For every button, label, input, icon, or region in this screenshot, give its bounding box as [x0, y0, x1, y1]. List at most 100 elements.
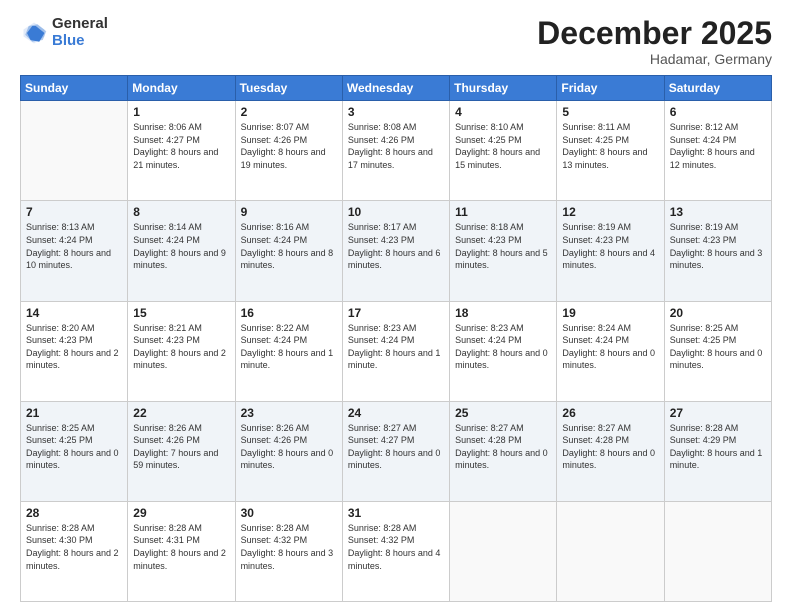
day-info: Sunrise: 8:16 AMSunset: 4:24 PMDaylight:…	[241, 221, 337, 271]
header-thursday: Thursday	[450, 76, 557, 101]
calendar-cell	[664, 501, 771, 601]
month-title: December 2025	[537, 16, 772, 51]
calendar-week-row: 28 Sunrise: 8:28 AMSunset: 4:30 PMDayligh…	[21, 501, 772, 601]
calendar-cell: 1 Sunrise: 8:06 AMSunset: 4:27 PMDaylight…	[128, 101, 235, 201]
calendar-cell: 23 Sunrise: 8:26 AMSunset: 4:26 PMDayligh…	[235, 401, 342, 501]
day-number: 20	[670, 306, 766, 320]
day-info: Sunrise: 8:27 AMSunset: 4:27 PMDaylight:…	[348, 422, 444, 472]
day-number: 3	[348, 105, 444, 119]
logo-text: General Blue	[52, 16, 108, 49]
day-number: 23	[241, 406, 337, 420]
day-number: 29	[133, 506, 229, 520]
logo-blue: Blue	[52, 33, 108, 50]
calendar-cell: 29 Sunrise: 8:28 AMSunset: 4:31 PMDayligh…	[128, 501, 235, 601]
day-info: Sunrise: 8:18 AMSunset: 4:23 PMDaylight:…	[455, 221, 551, 271]
calendar-cell: 9 Sunrise: 8:16 AMSunset: 4:24 PMDaylight…	[235, 201, 342, 301]
day-info: Sunrise: 8:26 AMSunset: 4:26 PMDaylight:…	[241, 422, 337, 472]
calendar-week-row: 14 Sunrise: 8:20 AMSunset: 4:23 PMDayligh…	[21, 301, 772, 401]
day-info: Sunrise: 8:08 AMSunset: 4:26 PMDaylight:…	[348, 121, 444, 171]
day-info: Sunrise: 8:22 AMSunset: 4:24 PMDaylight:…	[241, 322, 337, 372]
day-number: 4	[455, 105, 551, 119]
header-saturday: Saturday	[664, 76, 771, 101]
day-info: Sunrise: 8:11 AMSunset: 4:25 PMDaylight:…	[562, 121, 658, 171]
day-number: 22	[133, 406, 229, 420]
day-number: 30	[241, 506, 337, 520]
day-info: Sunrise: 8:19 AMSunset: 4:23 PMDaylight:…	[562, 221, 658, 271]
day-number: 7	[26, 205, 122, 219]
calendar-cell: 8 Sunrise: 8:14 AMSunset: 4:24 PMDaylight…	[128, 201, 235, 301]
day-info: Sunrise: 8:23 AMSunset: 4:24 PMDaylight:…	[455, 322, 551, 372]
day-number: 1	[133, 105, 229, 119]
day-number: 18	[455, 306, 551, 320]
day-info: Sunrise: 8:14 AMSunset: 4:24 PMDaylight:…	[133, 221, 229, 271]
calendar-cell	[557, 501, 664, 601]
header-friday: Friday	[557, 76, 664, 101]
calendar-cell: 5 Sunrise: 8:11 AMSunset: 4:25 PMDaylight…	[557, 101, 664, 201]
day-number: 9	[241, 205, 337, 219]
day-number: 8	[133, 205, 229, 219]
calendar-cell: 20 Sunrise: 8:25 AMSunset: 4:25 PMDayligh…	[664, 301, 771, 401]
calendar-cell: 4 Sunrise: 8:10 AMSunset: 4:25 PMDaylight…	[450, 101, 557, 201]
day-info: Sunrise: 8:26 AMSunset: 4:26 PMDaylight:…	[133, 422, 229, 472]
day-info: Sunrise: 8:06 AMSunset: 4:27 PMDaylight:…	[133, 121, 229, 171]
day-info: Sunrise: 8:10 AMSunset: 4:25 PMDaylight:…	[455, 121, 551, 171]
header: General Blue December 2025 Hadamar, Germ…	[20, 16, 772, 67]
day-number: 15	[133, 306, 229, 320]
calendar-week-row: 21Sunrise: 8:25 AMSunset: 4:25 PMDayligh…	[21, 401, 772, 501]
day-info: Sunrise: 8:25 AMSunset: 4:25 PMDaylight:…	[670, 322, 766, 372]
calendar-page: General Blue December 2025 Hadamar, Germ…	[0, 0, 792, 612]
day-number: 27	[670, 406, 766, 420]
day-number: 16	[241, 306, 337, 320]
day-number: 12	[562, 205, 658, 219]
header-tuesday: Tuesday	[235, 76, 342, 101]
calendar-cell: 2Sunrise: 8:07 AMSunset: 4:26 PMDaylight…	[235, 101, 342, 201]
calendar-cell: 28 Sunrise: 8:28 AMSunset: 4:30 PMDayligh…	[21, 501, 128, 601]
day-number: 17	[348, 306, 444, 320]
day-info: Sunrise: 8:24 AMSunset: 4:24 PMDaylight:…	[562, 322, 658, 372]
calendar-cell	[21, 101, 128, 201]
calendar-cell: 26 Sunrise: 8:27 AMSunset: 4:28 PMDayligh…	[557, 401, 664, 501]
day-number: 28	[26, 506, 122, 520]
calendar-cell: 14 Sunrise: 8:20 AMSunset: 4:23 PMDayligh…	[21, 301, 128, 401]
day-number: 14	[26, 306, 122, 320]
calendar-cell: 3 Sunrise: 8:08 AMSunset: 4:26 PMDaylight…	[342, 101, 449, 201]
calendar-cell: 22 Sunrise: 8:26 AMSunset: 4:26 PMDayligh…	[128, 401, 235, 501]
day-info: Sunrise: 8:20 AMSunset: 4:23 PMDaylight:…	[26, 322, 122, 372]
day-number: 11	[455, 205, 551, 219]
day-info: Sunrise: 8:27 AMSunset: 4:28 PMDaylight:…	[562, 422, 658, 472]
calendar-table: Sunday Monday Tuesday Wednesday Thursday…	[20, 75, 772, 602]
day-number: 13	[670, 205, 766, 219]
day-info: Sunrise: 8:28 AMSunset: 4:32 PMDaylight:…	[241, 522, 337, 572]
header-wednesday: Wednesday	[342, 76, 449, 101]
day-number: 5	[562, 105, 658, 119]
calendar-cell: 13Sunrise: 8:19 AMSunset: 4:23 PMDayligh…	[664, 201, 771, 301]
calendar-cell: 24Sunrise: 8:27 AMSunset: 4:27 PMDayligh…	[342, 401, 449, 501]
calendar-week-row: 7 Sunrise: 8:13 AMSunset: 4:24 PMDaylight…	[21, 201, 772, 301]
day-info: Sunrise: 8:12 AMSunset: 4:24 PMDaylight:…	[670, 121, 766, 171]
day-info: Sunrise: 8:28 AMSunset: 4:31 PMDaylight:…	[133, 522, 229, 572]
calendar-cell: 30 Sunrise: 8:28 AMSunset: 4:32 PMDayligh…	[235, 501, 342, 601]
calendar-cell: 6Sunrise: 8:12 AMSunset: 4:24 PMDaylight…	[664, 101, 771, 201]
day-info: Sunrise: 8:07 AMSunset: 4:26 PMDaylight:…	[241, 121, 337, 171]
calendar-cell: 10 Sunrise: 8:17 AMSunset: 4:23 PMDayligh…	[342, 201, 449, 301]
calendar-cell: 27 Sunrise: 8:28 AMSunset: 4:29 PMDayligh…	[664, 401, 771, 501]
calendar-cell: 19 Sunrise: 8:24 AMSunset: 4:24 PMDayligh…	[557, 301, 664, 401]
day-info: Sunrise: 8:28 AMSunset: 4:29 PMDaylight:…	[670, 422, 766, 472]
calendar-cell: 31 Sunrise: 8:28 AMSunset: 4:32 PMDayligh…	[342, 501, 449, 601]
day-info: Sunrise: 8:28 AMSunset: 4:32 PMDaylight:…	[348, 522, 444, 572]
logo-general: General	[52, 16, 108, 33]
header-monday: Monday	[128, 76, 235, 101]
day-info: Sunrise: 8:17 AMSunset: 4:23 PMDaylight:…	[348, 221, 444, 271]
day-info: Sunrise: 8:25 AMSunset: 4:25 PMDaylight:…	[26, 422, 122, 472]
calendar-cell: 7 Sunrise: 8:13 AMSunset: 4:24 PMDaylight…	[21, 201, 128, 301]
day-info: Sunrise: 8:21 AMSunset: 4:23 PMDaylight:…	[133, 322, 229, 372]
calendar-cell: 18 Sunrise: 8:23 AMSunset: 4:24 PMDayligh…	[450, 301, 557, 401]
calendar-cell: 15 Sunrise: 8:21 AMSunset: 4:23 PMDayligh…	[128, 301, 235, 401]
calendar-cell: 16 Sunrise: 8:22 AMSunset: 4:24 PMDayligh…	[235, 301, 342, 401]
day-info: Sunrise: 8:13 AMSunset: 4:24 PMDaylight:…	[26, 221, 122, 271]
day-number: 31	[348, 506, 444, 520]
day-number: 10	[348, 205, 444, 219]
day-number: 26	[562, 406, 658, 420]
day-info: Sunrise: 8:28 AMSunset: 4:30 PMDaylight:…	[26, 522, 122, 572]
day-number: 19	[562, 306, 658, 320]
